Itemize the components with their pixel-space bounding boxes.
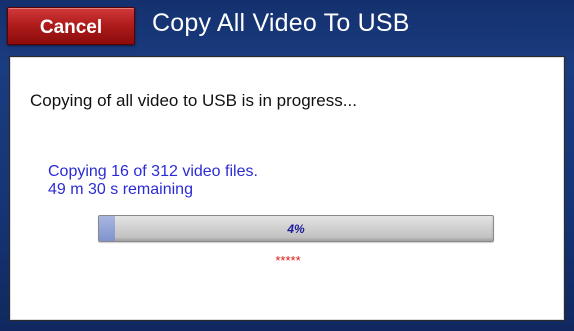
progress-percent-label: 4% [287, 221, 305, 236]
progress-bar: 4% [98, 215, 494, 242]
status-message: Copying of all video to USB is in progre… [30, 91, 357, 110]
title-bar: Cancel Copy All Video To USB [0, 0, 574, 46]
files-progress-text: Copying 16 of 312 video files. [48, 163, 258, 180]
copy-video-dialog: Cancel Copy All Video To USB Copying of … [0, 0, 574, 331]
dialog-content-panel: Copying of all video to USB is in progre… [9, 56, 565, 321]
activity-indicator: ***** [275, 253, 301, 268]
cancel-button[interactable]: Cancel [7, 7, 135, 45]
page-title: Copy All Video To USB [152, 9, 410, 37]
time-remaining-text: 49 m 30 s remaining [48, 181, 193, 198]
copy-details: Copying 16 of 312 video files. 49 m 30 s… [48, 163, 258, 199]
